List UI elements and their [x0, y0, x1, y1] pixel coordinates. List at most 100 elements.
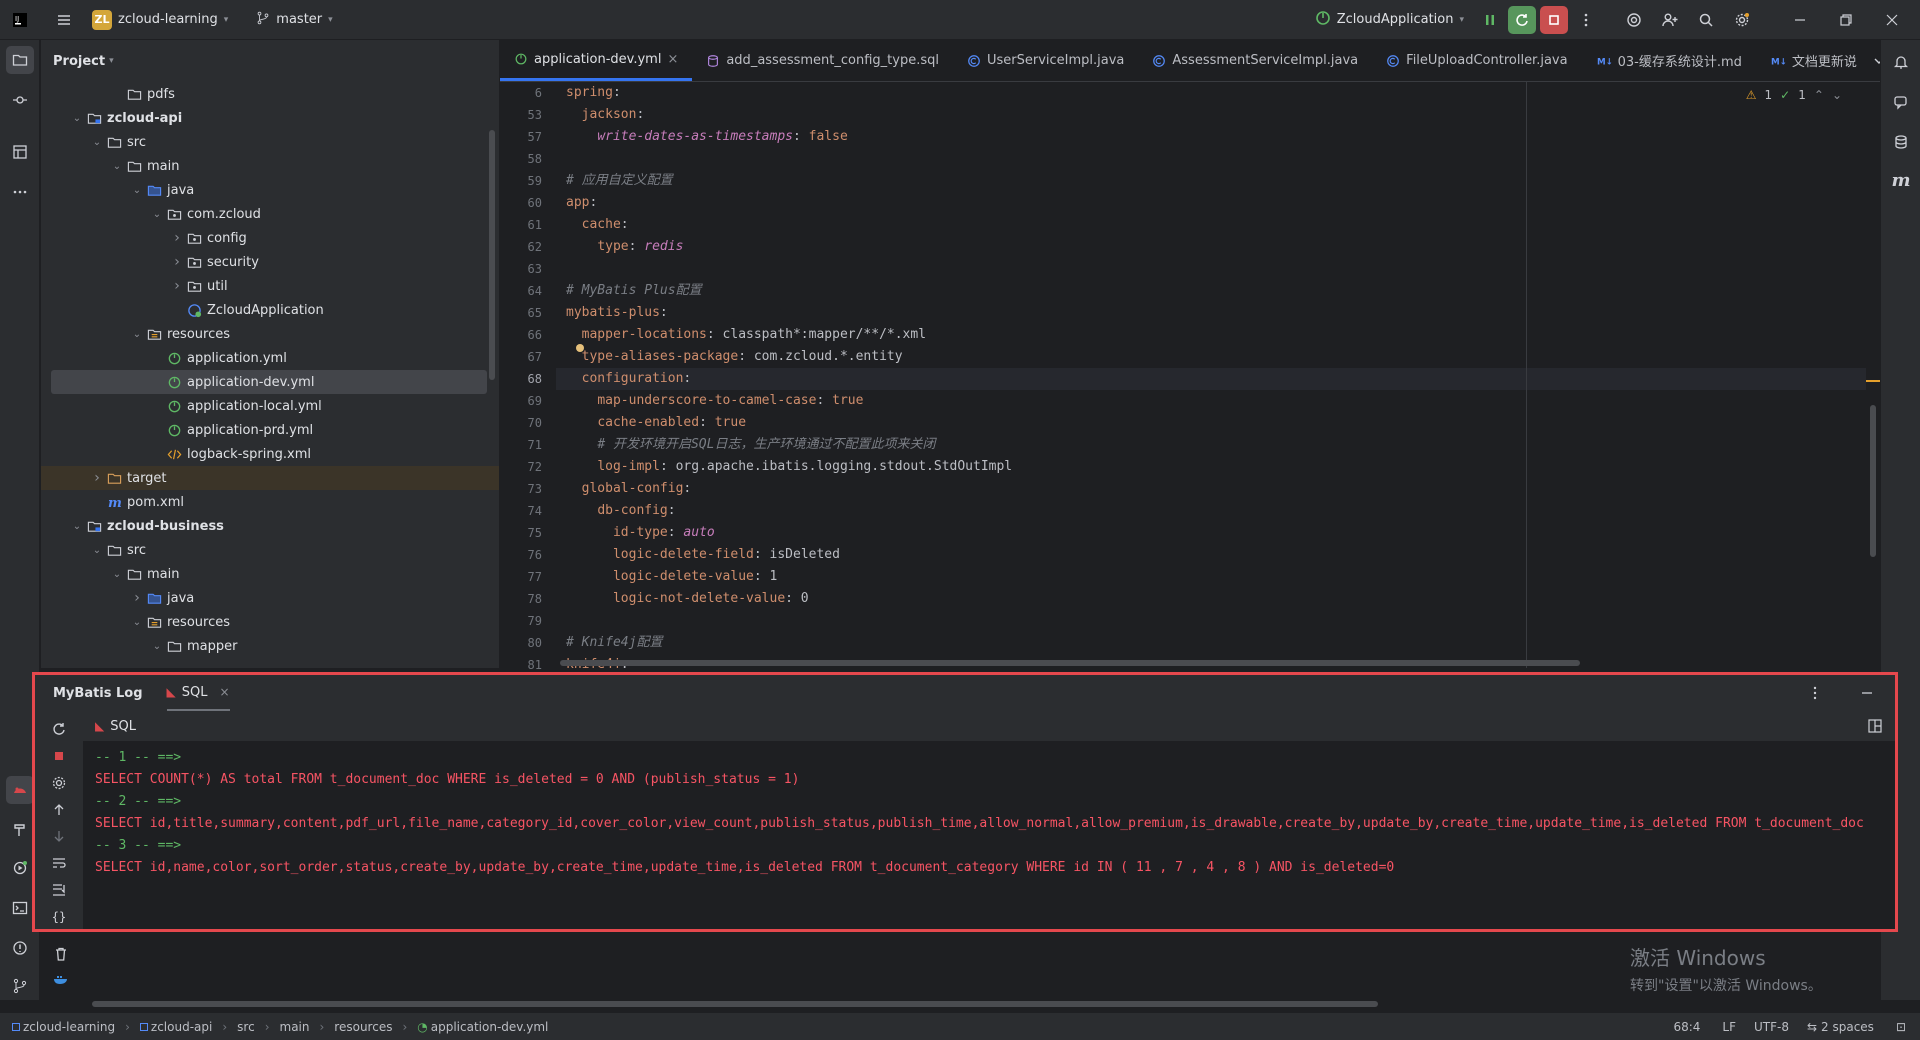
sql-log-output[interactable]: -- 1 -- ==> SELECT COUNT(*) AS total FROM… — [95, 747, 1895, 879]
minimize-window-icon[interactable] — [1786, 6, 1814, 34]
tree-item[interactable]: ⌄ mapper — [41, 634, 499, 658]
chevron-down-icon[interactable]: ⌄ — [129, 617, 145, 628]
readonly-lock-icon[interactable]: ⊡ — [1896, 1020, 1906, 1034]
rerun-icon[interactable] — [47, 717, 71, 741]
chevron-down-icon[interactable]: ⌄ — [89, 545, 105, 556]
breadcrumb-item[interactable]: zcloud-api — [139, 1020, 212, 1034]
tree-item[interactable]: › config — [41, 226, 499, 250]
tree-item[interactable]: ⌄ zcloud-api — [41, 106, 499, 130]
tree-item[interactable]: › security — [41, 250, 499, 274]
hide-panel-icon[interactable] — [1853, 679, 1881, 707]
tab-sql[interactable]: ◣ SQL × — [166, 675, 230, 711]
editor-tab[interactable]: M↓ 03-缓存系统设计.md — [1582, 40, 1756, 81]
settings-gear-icon[interactable] — [47, 771, 71, 795]
tree-item[interactable]: application-local.yml — [41, 394, 499, 418]
tree-item[interactable]: application-dev.yml — [51, 370, 487, 394]
main-menu-icon[interactable] — [50, 6, 78, 34]
tree-item[interactable]: ⌄ main — [41, 562, 499, 586]
more-horizontal-icon[interactable] — [6, 178, 34, 206]
maven-icon[interactable]: m — [1887, 166, 1915, 194]
tree-item[interactable]: ZcloudApplication — [41, 298, 499, 322]
chevron-right-icon[interactable]: › — [89, 470, 105, 486]
close-icon[interactable]: × — [667, 52, 678, 67]
breadcrumb-item[interactable]: src — [237, 1020, 255, 1034]
search-icon[interactable] — [1692, 6, 1720, 34]
tree-item[interactable]: application-prd.yml — [41, 418, 499, 442]
restore-window-icon[interactable] — [1832, 6, 1860, 34]
chevron-right-icon[interactable]: › — [169, 230, 185, 246]
ai-assistant-icon[interactable] — [1620, 6, 1648, 34]
chevron-down-icon[interactable]: ⌄ — [149, 641, 165, 652]
notifications-bell-icon[interactable] — [1887, 48, 1915, 76]
tree-item[interactable]: ⌄ com.zcloud — [41, 202, 499, 226]
close-window-icon[interactable] — [1878, 6, 1906, 34]
tree-item[interactable]: ⌄ resources — [41, 610, 499, 634]
format-braces-icon[interactable]: {} — [47, 905, 71, 929]
terminal-icon[interactable] — [6, 894, 34, 922]
project-folder-icon[interactable] — [6, 46, 34, 74]
editor-tab[interactable]: application-dev.yml × — [500, 40, 693, 81]
chevron-right-icon[interactable]: › — [169, 254, 185, 270]
arrow-down-icon[interactable] — [47, 825, 71, 849]
docker-whale-icon[interactable] — [47, 964, 75, 992]
editor-tab[interactable]: UserServiceImpl.java — [953, 40, 1138, 81]
breadcrumb-item[interactable]: zcloud-learning — [12, 1020, 115, 1034]
breadcrumb-item[interactable]: resources — [334, 1020, 392, 1034]
tree-item[interactable]: ⌄ src — [41, 130, 499, 154]
breadcrumb-item[interactable]: ◔ application-dev.yml — [417, 1020, 548, 1034]
tree-item[interactable]: application.yml — [41, 346, 499, 370]
breadcrumb-item[interactable]: main — [280, 1020, 310, 1034]
close-icon[interactable]: × — [220, 685, 230, 699]
branch-switcher[interactable]: master ▾ — [256, 11, 333, 29]
indent-setting[interactable]: 2 spaces — [1821, 1020, 1874, 1034]
editor-tab[interactable]: AssessmentServiceImpl.java — [1138, 40, 1372, 81]
editor-tab[interactable]: M↓ 文档更新说 — [1756, 40, 1871, 81]
tree-item[interactable]: pdfs — [41, 82, 499, 106]
chevron-down-icon[interactable]: ⌄ — [109, 569, 125, 580]
scroll-to-end-icon[interactable] — [47, 878, 71, 902]
project-switcher[interactable]: ZL zcloud-learning ▾ — [92, 9, 228, 30]
chevron-down-icon[interactable]: ⌄ — [129, 329, 145, 340]
chevron-right-icon[interactable]: › — [129, 590, 145, 606]
add-user-icon[interactable] — [1656, 6, 1684, 34]
rerun-icon[interactable] — [1508, 5, 1536, 34]
project-panel-header[interactable]: Project ▾ — [41, 40, 499, 82]
debug-resume-icon[interactable] — [1476, 6, 1504, 34]
panel-horizontal-scrollbar[interactable] — [92, 1001, 1378, 1007]
database-icon[interactable] — [1887, 128, 1915, 156]
tree-item[interactable]: › java — [41, 586, 499, 610]
problems-icon[interactable] — [6, 934, 34, 962]
soft-wrap-icon[interactable] — [47, 851, 71, 875]
chevron-down-icon[interactable]: ⌄ — [89, 137, 105, 148]
chevron-down-icon[interactable]: ⌄ — [129, 185, 145, 196]
editor-vertical-scrollbar[interactable] — [1870, 405, 1876, 557]
more-vertical-icon[interactable] — [1801, 679, 1829, 707]
tree-item[interactable]: ⌄ src — [41, 538, 499, 562]
arrow-up-icon[interactable] — [47, 798, 71, 822]
tree-item[interactable]: › util — [41, 274, 499, 298]
tree-item[interactable]: › target — [41, 466, 499, 490]
stop-icon[interactable] — [1540, 5, 1568, 34]
intention-bulb-icon[interactable] — [576, 344, 584, 352]
settings-gear-icon[interactable] — [1728, 6, 1756, 34]
structure-icon[interactable] — [6, 138, 34, 166]
chevron-down-icon[interactable]: ⌄ — [69, 521, 85, 532]
git-icon[interactable] — [6, 972, 34, 1000]
tree-item[interactable]: ⌄ main — [41, 154, 499, 178]
chevron-down-icon[interactable]: ⌄ — [109, 161, 125, 172]
tree-item[interactable]: ⌄ java — [41, 178, 499, 202]
code-view[interactable]: spring: jackson: write-dates-as-timestam… — [556, 82, 1866, 668]
tree-item[interactable]: ⌄ resources — [41, 322, 499, 346]
build-hammer-icon[interactable] — [6, 816, 34, 844]
tree-item[interactable]: ⌄ zcloud-business — [41, 514, 499, 538]
services-icon[interactable] — [6, 854, 34, 882]
project-scrollbar[interactable] — [489, 130, 495, 380]
tree-item[interactable]: logback-spring.xml — [41, 442, 499, 466]
caret-position[interactable]: 68:4 — [1673, 1020, 1700, 1034]
line-separator[interactable]: LF — [1722, 1020, 1736, 1034]
editor-tab[interactable]: FileUploadController.java — [1372, 40, 1581, 81]
editor-horizontal-scrollbar[interactable] — [560, 660, 1580, 666]
chevron-down-icon[interactable]: ⌄ — [69, 113, 85, 124]
ai-chat-icon[interactable] — [1887, 88, 1915, 116]
mybatis-log-icon[interactable] — [6, 776, 34, 804]
